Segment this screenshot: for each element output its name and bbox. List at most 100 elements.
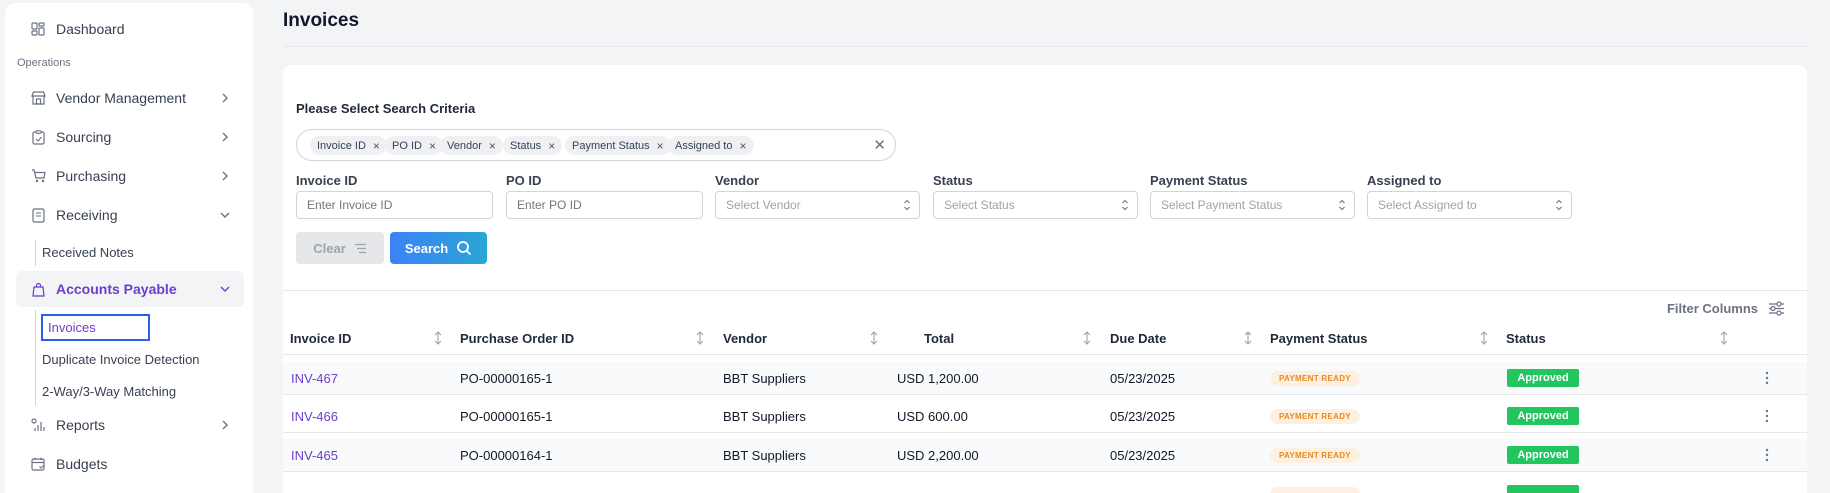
invoices-card: Please Select Search Criteria Invoice ID… bbox=[283, 65, 1807, 493]
status-select[interactable]: Select Status bbox=[933, 191, 1138, 219]
payment-status-label: Payment Status bbox=[1150, 173, 1248, 188]
payment-status-badge: PAYMENT READY bbox=[1270, 371, 1360, 386]
sliders-icon bbox=[1769, 301, 1784, 316]
due-date-cell: 05/23/2025 bbox=[1110, 409, 1176, 424]
invoice-id-input[interactable] bbox=[296, 191, 493, 219]
vendor-select[interactable]: Select Vendor bbox=[715, 191, 920, 219]
remove-chip-icon[interactable]: × bbox=[548, 139, 555, 153]
chevron-right-icon bbox=[222, 171, 228, 181]
filter-columns-button[interactable]: Filter Columns bbox=[1667, 301, 1785, 316]
sort-icon[interactable] bbox=[1082, 330, 1092, 346]
nav-purchasing[interactable]: Purchasing bbox=[16, 158, 244, 194]
chip-vendor: Vendor × bbox=[440, 136, 503, 155]
nav-reports[interactable]: Reports bbox=[16, 407, 244, 443]
status-badge: Approved bbox=[1507, 369, 1579, 387]
chevron-down-icon bbox=[220, 212, 230, 218]
remove-chip-icon[interactable]: × bbox=[739, 139, 746, 153]
filter-lines-icon bbox=[354, 243, 366, 253]
chip-label: Invoice ID bbox=[317, 139, 366, 152]
sort-icon[interactable] bbox=[869, 330, 879, 346]
nav-dashboard-label: Dashboard bbox=[56, 21, 125, 37]
nav-vendor-management[interactable]: Vendor Management bbox=[16, 80, 244, 116]
col-header-vendor[interactable]: Vendor bbox=[723, 331, 767, 346]
payment-status-badge bbox=[1270, 487, 1360, 493]
nav-accounts-payable-label: Accounts Payable bbox=[56, 281, 177, 297]
remove-chip-icon[interactable]: × bbox=[429, 139, 436, 153]
store-icon bbox=[30, 90, 46, 106]
submenu-guide-line bbox=[35, 240, 36, 266]
calendar-icon bbox=[30, 456, 46, 472]
nav-accounts-payable[interactable]: Accounts Payable bbox=[16, 271, 244, 307]
payment-status-select[interactable]: Select Payment Status bbox=[1150, 191, 1355, 219]
vendor-select-placeholder: Select Vendor bbox=[726, 198, 801, 212]
invoice-id-link[interactable]: INV-465 bbox=[291, 448, 338, 463]
table-row[interactable]: INV-465 PO-00000164-1 BBT Suppliers USD … bbox=[283, 439, 1807, 472]
nav-budgets-label: Budgets bbox=[56, 456, 108, 472]
invoice-id-link[interactable]: INV-467 bbox=[291, 371, 338, 386]
more-vertical-icon[interactable] bbox=[1764, 370, 1770, 386]
remove-chip-icon[interactable]: × bbox=[373, 139, 380, 153]
sort-icon[interactable] bbox=[1719, 330, 1729, 346]
clear-button[interactable]: Clear bbox=[296, 232, 384, 264]
table-row[interactable]: INV-467 PO-00000165-1 BBT Suppliers USD … bbox=[283, 362, 1807, 395]
sort-icon[interactable] bbox=[695, 330, 705, 346]
nav-receiving[interactable]: Receiving bbox=[16, 197, 244, 233]
po-id-input[interactable] bbox=[506, 191, 703, 219]
card-divider bbox=[283, 290, 1807, 291]
table-header: Invoice ID Purchase Order ID Vendor Tota… bbox=[283, 321, 1807, 355]
col-header-invoice-id[interactable]: Invoice ID bbox=[290, 331, 351, 346]
remove-chip-icon[interactable]: × bbox=[657, 139, 664, 153]
criteria-chip-box[interactable]: Invoice ID × PO ID × Vendor × Status × Payme… bbox=[296, 129, 896, 161]
po-id-cell: PO-00000165-1 bbox=[460, 371, 553, 386]
sidebar: Dashboard Operations Vendor Management S… bbox=[5, 3, 253, 493]
search-button[interactable]: Search bbox=[390, 232, 487, 264]
assigned-to-select[interactable]: Select Assigned to bbox=[1367, 191, 1572, 219]
sort-icon[interactable] bbox=[1479, 330, 1489, 346]
chip-label: Status bbox=[510, 139, 542, 152]
more-vertical-icon[interactable] bbox=[1764, 408, 1770, 424]
chip-po-id: PO ID × bbox=[385, 136, 443, 155]
invoice-id-link[interactable]: INV-466 bbox=[291, 409, 338, 424]
nav-received-notes[interactable]: Received Notes bbox=[42, 245, 134, 260]
submenu-guide-line bbox=[35, 310, 36, 406]
col-header-due-date[interactable]: Due Date bbox=[1110, 331, 1166, 346]
table-row[interactable]: INV-466 PO-00000165-1 BBT Suppliers USD … bbox=[283, 400, 1807, 433]
nav-dashboard[interactable]: Dashboard bbox=[16, 11, 244, 47]
status-label: Status bbox=[933, 173, 973, 188]
vendor-label: Vendor bbox=[715, 173, 760, 188]
table-row[interactable] bbox=[283, 478, 1807, 493]
nav-receiving-label: Receiving bbox=[56, 207, 118, 223]
chevron-right-icon bbox=[222, 93, 228, 103]
status-badge bbox=[1507, 485, 1579, 493]
col-header-payment-status[interactable]: Payment Status bbox=[1270, 331, 1368, 346]
nav-duplicate-invoice-detection[interactable]: Duplicate Invoice Detection bbox=[42, 352, 200, 367]
chevron-down-icon bbox=[220, 286, 230, 292]
status-select-placeholder: Select Status bbox=[944, 198, 1015, 212]
clear-all-chips-icon[interactable]: ✕ bbox=[873, 136, 886, 154]
sort-icon[interactable] bbox=[433, 330, 443, 346]
col-header-total[interactable]: Total bbox=[924, 331, 954, 346]
po-id-cell: PO-00000164-1 bbox=[460, 448, 553, 463]
po-id-label: PO ID bbox=[506, 173, 542, 188]
vendor-cell: BBT Suppliers bbox=[723, 371, 806, 386]
status-badge: Approved bbox=[1507, 407, 1579, 425]
clipboard-icon bbox=[30, 129, 46, 145]
nav-budgets[interactable]: Budgets bbox=[16, 446, 244, 482]
sort-icon[interactable] bbox=[1243, 330, 1253, 346]
chip-payment-status: Payment Status × bbox=[565, 136, 671, 155]
nav-matching[interactable]: 2-Way/3-Way Matching bbox=[42, 384, 176, 399]
due-date-cell: 05/23/2025 bbox=[1110, 371, 1176, 386]
chart-icon bbox=[30, 417, 46, 433]
updown-caret-icon bbox=[1339, 199, 1345, 211]
status-badge: Approved bbox=[1507, 446, 1579, 464]
nav-invoices[interactable]: Invoices bbox=[41, 314, 150, 341]
nav-sourcing[interactable]: Sourcing bbox=[16, 119, 244, 155]
more-vertical-icon[interactable] bbox=[1764, 447, 1770, 463]
col-header-status[interactable]: Status bbox=[1506, 331, 1546, 346]
remove-chip-icon[interactable]: × bbox=[489, 139, 496, 153]
chevron-right-icon bbox=[222, 420, 228, 430]
nav-sourcing-label: Sourcing bbox=[56, 129, 112, 145]
nav-vendor-management-label: Vendor Management bbox=[56, 90, 186, 106]
col-header-purchase-order-id[interactable]: Purchase Order ID bbox=[460, 331, 574, 346]
total-cell: USD 2,200.00 bbox=[897, 448, 979, 463]
